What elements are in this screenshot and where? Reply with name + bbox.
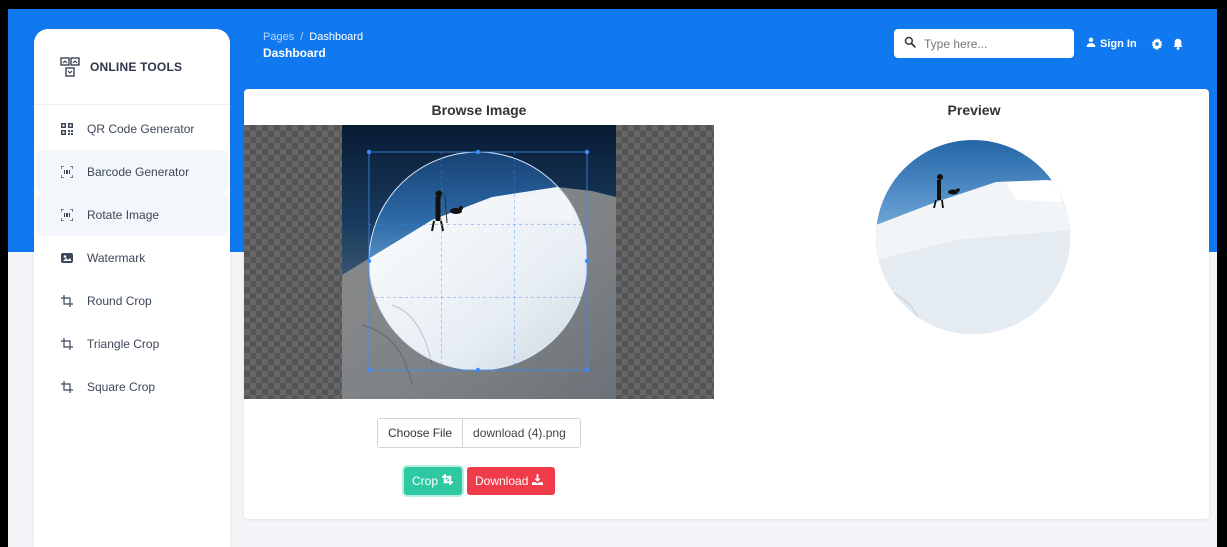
bell-icon[interactable] [1172,37,1184,50]
sidebar-item-rotate-image[interactable]: Rotate Image [36,193,228,236]
sidebar-item-round-crop[interactable]: Round Crop [36,279,228,322]
preview-title: Preview [947,102,1001,118]
sidebar-item-label: Watermark [87,250,146,265]
app-frame: Pages / Dashboard Dashboard Sign In ONLINE… [8,9,1217,547]
barcode-scan-icon [61,165,73,178]
breadcrumb-root[interactable]: Pages [263,31,294,43]
sidebar-item-triangle-crop[interactable]: Triangle Crop [36,322,228,365]
sidebar-item-label: Rotate Image [87,207,160,222]
download-icon [528,474,544,488]
sidebar-item-label: Barcode Generator [87,164,190,179]
qr-code-icon [61,122,73,135]
sidebar-item-label: Round Crop [87,293,152,308]
page-title: Dashboard [263,46,326,60]
breadcrumb: Pages / Dashboard [263,31,363,43]
crop-button-label: Crop [412,474,439,488]
sidebar-item-watermark[interactable]: Watermark [36,236,228,279]
preview-image [876,140,1070,334]
choose-file-button[interactable]: Choose File [378,419,464,447]
sidebar-item-label: QR Code Generator [87,121,195,136]
sidebar-item-qr-code-generator[interactable]: QR Code Generator [36,107,228,150]
gear-icon[interactable] [1151,37,1163,51]
browse-image-title: Browse Image [431,102,527,118]
sign-in-link[interactable]: Sign In [1086,37,1137,50]
search-input[interactable] [924,36,1054,51]
sidebar-item-label: Triangle Crop [87,336,160,351]
main-card: Browse Image Preview Choose File downloa… [244,89,1209,519]
crop-editor[interactable] [244,125,714,399]
crop-icon [61,294,73,307]
image-icon [61,252,73,264]
barcode-scan-icon [61,208,73,221]
brand-name: ONLINE TOOLS [90,59,183,74]
search-box[interactable] [894,29,1074,58]
search-icon [904,35,924,53]
breadcrumb-separator: / [300,31,304,43]
sidebar: ONLINE TOOLS QR Code Generator Barcode G… [34,29,230,547]
user-icon [1086,37,1100,50]
crop-button[interactable]: Crop [404,467,462,495]
download-button-label: Download [475,474,529,488]
file-name: download (4).png [473,426,566,440]
logo-icon [60,56,80,77]
crop-icon [61,380,73,393]
crop-icon [61,337,73,350]
sidebar-item-barcode-generator[interactable]: Barcode Generator [36,150,228,193]
download-button[interactable]: Download [467,467,555,495]
crop-icon [438,474,454,488]
sign-in-label: Sign In [1100,37,1137,50]
sidebar-nav: QR Code Generator Barcode Generator Rota… [34,107,230,408]
sidebar-item-label: Square Crop [87,379,156,394]
crop-canvas[interactable] [342,125,616,399]
file-input[interactable]: Choose File download (4).png [377,418,581,448]
breadcrumb-current: Dashboard [309,31,364,43]
sidebar-item-square-crop[interactable]: Square Crop [36,365,228,408]
brand[interactable]: ONLINE TOOLS [34,29,230,105]
